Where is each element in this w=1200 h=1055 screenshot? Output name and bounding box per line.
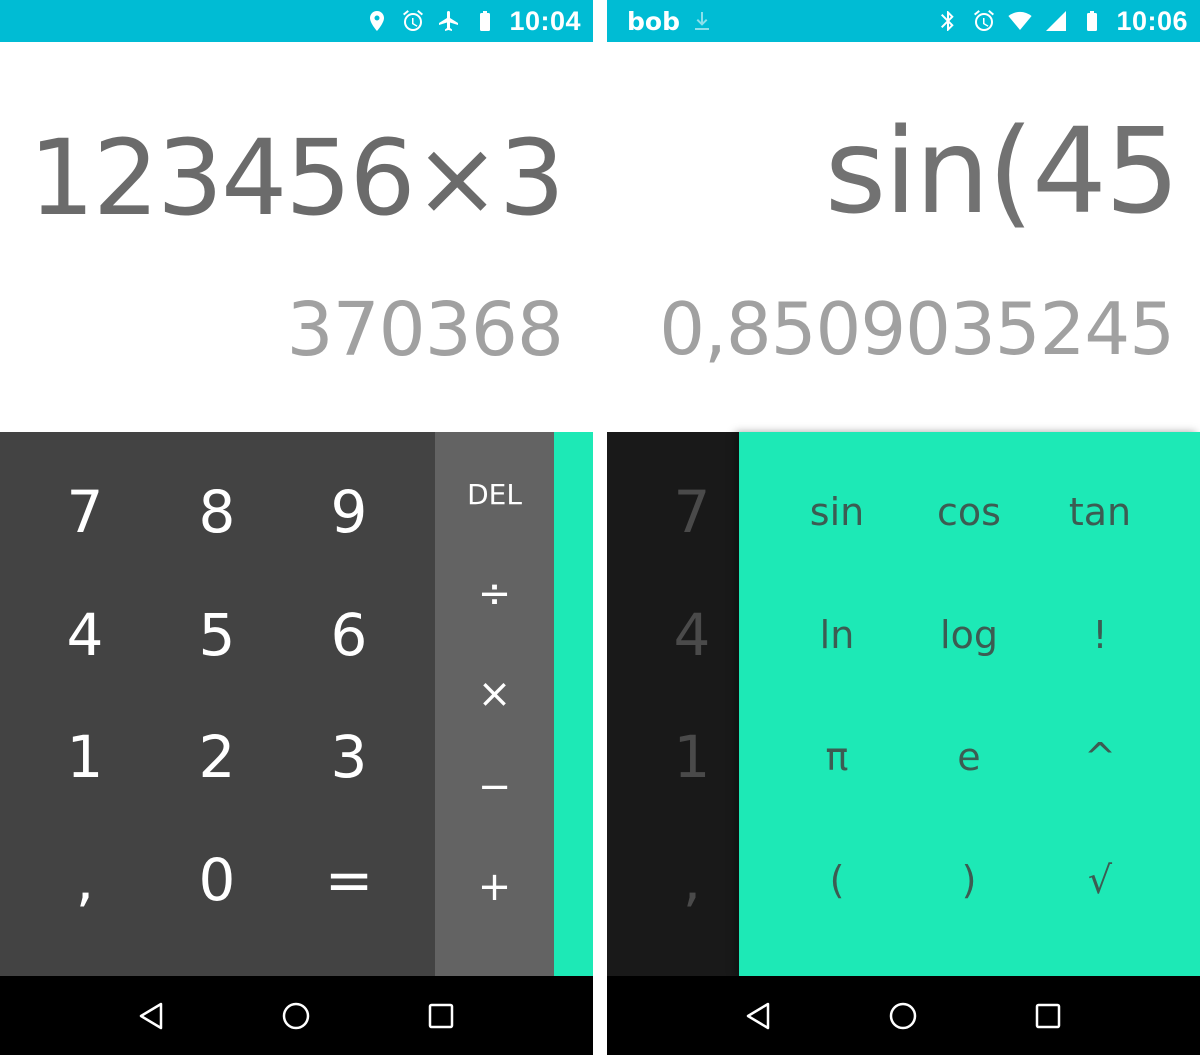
key-decimal[interactable]: , <box>25 825 145 935</box>
navigation-bar <box>0 976 593 1055</box>
calculator-screen-advanced: bob 10:06 sin(45 0,8509035245 7 4 1 , si… <box>607 0 1200 1055</box>
key-decimal: , <box>682 846 702 914</box>
log-button[interactable]: log <box>909 580 1029 690</box>
e-button[interactable]: e <box>909 702 1029 812</box>
screenshot-divider <box>593 0 607 1055</box>
calculator-screen-basic: 10:04 123456×3 370368 7 8 9 4 5 6 1 2 3 … <box>0 0 593 1055</box>
result-display: 370368 <box>286 287 564 373</box>
key-6[interactable]: 6 <box>289 580 409 690</box>
alarm-icon <box>972 9 996 33</box>
battery-icon <box>473 9 497 33</box>
key-1[interactable]: 1 <box>25 702 145 812</box>
advanced-panel-handle[interactable] <box>554 432 593 976</box>
result-display: 0,8509035245 <box>659 287 1175 371</box>
home-icon[interactable] <box>276 996 316 1036</box>
download-icon <box>690 9 714 33</box>
numeric-keypad: 7 8 9 4 5 6 1 2 3 , 0 = <box>0 432 435 976</box>
sqrt-button[interactable]: √ <box>1040 825 1160 935</box>
cos-button[interactable]: cos <box>909 457 1029 567</box>
key-4[interactable]: 4 <box>25 580 145 690</box>
key-9[interactable]: 9 <box>289 457 409 567</box>
navigation-bar <box>607 976 1200 1055</box>
recents-icon[interactable] <box>1028 996 1068 1036</box>
bluetooth-icon <box>936 9 960 33</box>
keypad: 7 8 9 4 5 6 1 2 3 , 0 = DEL ÷ × − + <box>0 432 593 976</box>
wifi-icon <box>1008 9 1033 33</box>
key-equals[interactable]: = <box>289 825 409 935</box>
signal-icon <box>1044 9 1068 33</box>
status-right: 10:06 <box>936 6 1188 37</box>
battery-icon <box>1080 9 1104 33</box>
ln-button[interactable]: ln <box>777 580 897 690</box>
key-4: 4 <box>673 601 711 669</box>
key-0[interactable]: 0 <box>157 825 277 935</box>
back-icon[interactable] <box>132 996 172 1036</box>
carrier-label: bob <box>627 6 680 36</box>
divide-button[interactable]: ÷ <box>435 549 554 639</box>
key-3[interactable]: 3 <box>289 702 409 812</box>
close-paren-button[interactable]: ) <box>909 825 1029 935</box>
status-time: 10:04 <box>509 5 581 36</box>
status-left: bob <box>627 7 714 36</box>
status-right: 10:04 <box>365 6 581 37</box>
key-7[interactable]: 7 <box>25 457 145 567</box>
key-5[interactable]: 5 <box>157 580 277 690</box>
sin-button[interactable]: sin <box>777 457 897 567</box>
factorial-button[interactable]: ! <box>1040 580 1160 690</box>
delete-button[interactable]: DEL <box>435 449 554 539</box>
tan-button[interactable]: tan <box>1040 457 1160 567</box>
pi-button[interactable]: π <box>777 702 897 812</box>
key-8[interactable]: 8 <box>157 457 277 567</box>
multiply-button[interactable]: × <box>435 649 554 739</box>
power-button[interactable]: ^ <box>1040 702 1160 812</box>
operator-panel: DEL ÷ × − + <box>435 432 554 976</box>
alarm-icon <box>401 9 425 33</box>
formula-display[interactable]: 123456×3 <box>29 117 565 239</box>
key-1: 1 <box>673 723 711 791</box>
keypad: 7 4 1 , sin cos tan ln log ! π e ^ ( ) √ <box>607 432 1200 976</box>
open-paren-button[interactable]: ( <box>777 825 897 935</box>
subtract-button[interactable]: − <box>435 742 554 832</box>
status-time: 10:06 <box>1116 5 1188 36</box>
formula-display[interactable]: sin(45 <box>825 102 1180 240</box>
status-bar: bob 10:06 <box>607 0 1200 42</box>
recents-icon[interactable] <box>421 996 461 1036</box>
home-icon[interactable] <box>883 996 923 1036</box>
advanced-functions-panel: sin cos tan ln log ! π e ^ ( ) √ <box>739 432 1200 976</box>
add-button[interactable]: + <box>435 842 554 932</box>
airplane-icon <box>437 9 461 33</box>
numeric-keypad-dimmed: 7 4 1 , <box>607 432 739 976</box>
location-icon <box>365 9 389 33</box>
status-bar: 10:04 <box>0 0 593 42</box>
key-2[interactable]: 2 <box>157 702 277 812</box>
display-area: sin(45 0,8509035245 <box>607 42 1200 432</box>
display-area: 123456×3 370368 <box>0 42 593 432</box>
back-icon[interactable] <box>739 996 779 1036</box>
key-7: 7 <box>673 478 711 546</box>
